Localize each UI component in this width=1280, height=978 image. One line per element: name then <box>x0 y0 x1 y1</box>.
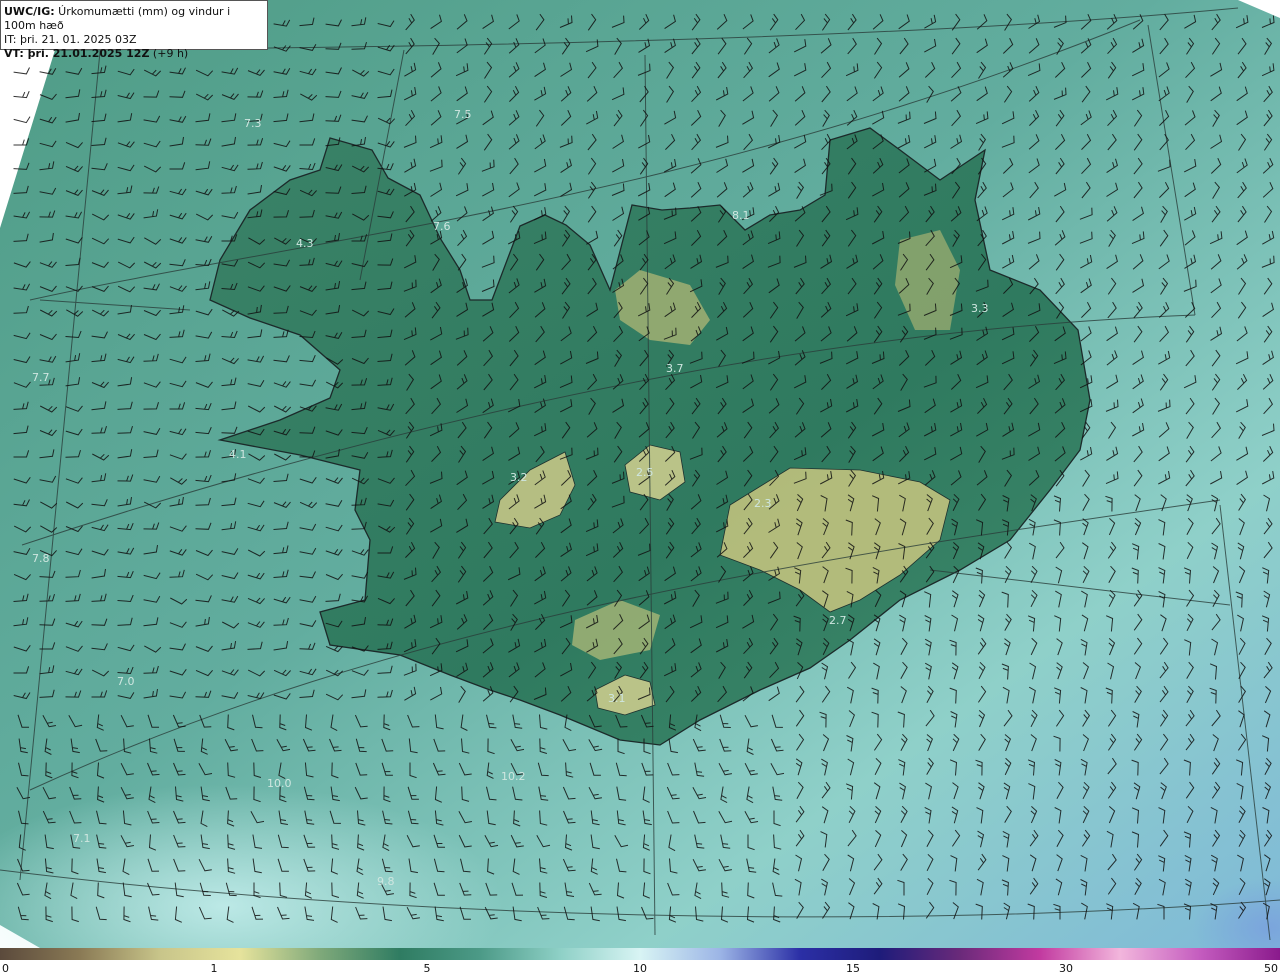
colorbar-tick: 50 <box>1264 962 1278 975</box>
map-label: 7.7 <box>32 371 50 384</box>
forecast-hour: (+9 h) <box>149 47 189 60</box>
precipitation-colorbar <box>0 948 1280 960</box>
colorbar-tick: 0 <box>2 962 9 975</box>
map-label: 7.0 <box>117 675 135 688</box>
wind-barb <box>13 138 30 146</box>
colorbar-tick: 30 <box>1059 962 1073 975</box>
model-name: UWC/IG: <box>4 5 55 18</box>
map-label: 7.1 <box>73 832 91 845</box>
valid-time-line: VT: þri. 21.01.2025 12Z (+9 h) <box>4 47 264 61</box>
map-label: 2.7 <box>829 614 847 627</box>
map-label: 2.3 <box>754 497 772 510</box>
init-time-label: IT: <box>4 33 17 46</box>
precipitation-wind-map[interactable]: 7.3 7.5 4.3 7.6 8.1 3.3 3.7 7.7 4.1 3.2 … <box>0 0 1280 948</box>
map-label: 4.1 <box>229 448 247 461</box>
map-label: 7.5 <box>454 108 472 121</box>
colorbar-tick-labels: 0 1 5 10 15 30 50 <box>0 962 1280 978</box>
colorbar-tick: 15 <box>846 962 860 975</box>
colorbar-tick: 1 <box>210 962 218 975</box>
init-time-line: IT: þri. 21. 01. 2025 03Z <box>4 33 264 47</box>
map-label: 3.7 <box>666 362 684 375</box>
map-label: 7.3 <box>244 117 262 130</box>
wind-barb <box>13 116 31 124</box>
map-info-box: UWC/IG: Úrkomumætti (mm) og vindur i 100… <box>0 0 268 60</box>
map-label: 4.3 <box>296 237 314 250</box>
product-title-line: UWC/IG: Úrkomumætti (mm) og vindur i 100… <box>4 5 264 33</box>
map-label: 3.3 <box>971 302 989 315</box>
map-label: 7.6 <box>433 220 451 233</box>
valid-time-value: VT: þri. 21.01.2025 12Z <box>4 47 150 60</box>
init-time-value: þri. 21. 01. 2025 03Z <box>16 33 137 46</box>
colorbar-tick: 5 <box>423 962 431 975</box>
map-label: 10.0 <box>267 777 292 790</box>
map-label: 8.1 <box>732 209 750 222</box>
colorbar-tick: 10 <box>633 962 647 975</box>
wind-barb <box>13 91 30 99</box>
map-label: 7.8 <box>32 552 50 565</box>
wind-barb <box>13 67 30 75</box>
map-label: 2.5 <box>636 466 654 479</box>
map-label: 10.2 <box>501 770 526 783</box>
map-label: 3.2 <box>510 471 528 484</box>
map-label: 3.1 <box>608 692 626 705</box>
map-label: 9.8 <box>377 875 395 888</box>
